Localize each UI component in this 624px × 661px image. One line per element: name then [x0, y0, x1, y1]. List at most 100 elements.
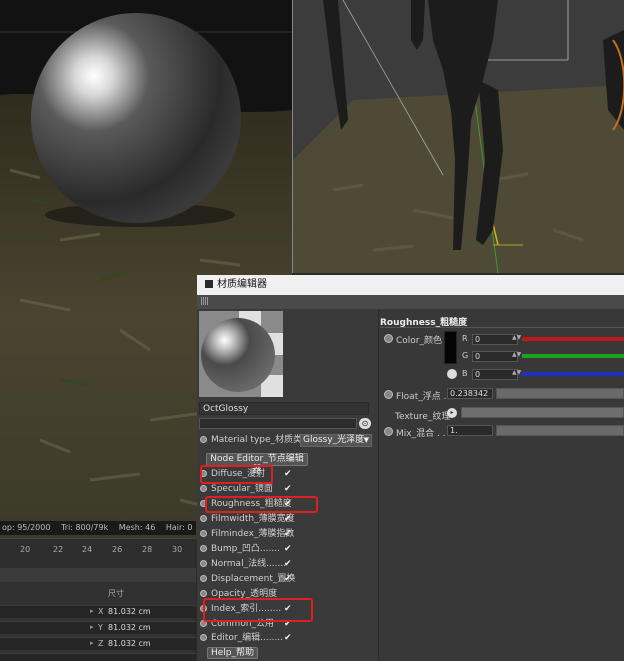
timeline-tick: 28 [142, 545, 153, 554]
spinner-icon[interactable]: ▲▼ [512, 369, 521, 376]
color-r-slider[interactable] [522, 337, 624, 341]
checkbox-specular[interactable]: ✔ [284, 483, 292, 496]
color-r-row: R 0 ▲▼ [462, 334, 624, 345]
coord-row-y[interactable]: ▸ Y 81.032 cm [0, 621, 196, 634]
float-slider[interactable] [496, 388, 624, 399]
checkbox-diffuse[interactable]: ✔ [284, 468, 292, 481]
annotation-box-diffuse [200, 465, 273, 484]
channel-label: Normal_法线 [211, 559, 267, 569]
channel-dots: ........ [260, 633, 284, 643]
channel-g-label: G [462, 351, 469, 360]
filter-input[interactable] [199, 418, 357, 429]
color-label: Color_颜色 [396, 336, 442, 346]
help-button[interactable]: Help_帮助 [207, 647, 258, 659]
texture-menu-icon[interactable]: ▸ [447, 408, 457, 418]
viewport-statusbar: op: 95/2000 Tri: 800/79k Mesh: 46 Hair: … [0, 521, 196, 535]
axis-label: Z [98, 639, 104, 648]
animation-bullet-icon[interactable] [384, 427, 393, 436]
spinner-icon[interactable]: ▲▼ [512, 334, 521, 341]
pick-icon[interactable]: ⊙ [359, 418, 371, 429]
channel-bullet-icon [200, 590, 207, 597]
color-b-slider[interactable] [522, 372, 624, 376]
grip-icon[interactable] [201, 297, 209, 305]
color-b-row: B 0 ▲▼ [462, 369, 624, 380]
channel-bullet-icon [200, 560, 207, 567]
coord-row-x[interactable]: ▸ X 81.032 cm [0, 605, 196, 618]
material-type-row: Material type_材质类型 Glossy_光泽度 ▼ [200, 434, 375, 447]
channel-filmindex[interactable]: Filmindex_薄膜指数 ✔ [200, 528, 300, 541]
timeline-tick: 24 [82, 545, 93, 554]
animation-bullet-icon[interactable] [384, 390, 393, 399]
material-name-field[interactable]: OctGlossy [199, 402, 369, 415]
chevron-down-icon: ▼ [363, 436, 369, 444]
float-label: Float_浮点 . . [396, 392, 453, 402]
checkbox-editor[interactable]: ✔ [284, 632, 292, 645]
texture-slot[interactable] [461, 407, 624, 418]
channel-bump[interactable]: Bump_凹凸....... ✔ [200, 543, 300, 556]
channel-label: Filmindex_薄膜指数 [211, 529, 295, 539]
mix-label: Mix_混合 . . . [396, 429, 452, 439]
status-op: op: 95/2000 [2, 523, 51, 532]
channel-label: Editor_编辑 [211, 633, 261, 643]
channel-bullet-icon [200, 545, 207, 552]
color-picker-icon[interactable] [447, 369, 457, 379]
channel-label: Filmwidth_薄膜宽度 [211, 514, 295, 524]
size-x-field[interactable]: 81.032 cm [108, 607, 151, 616]
channel-bullet-icon [200, 634, 207, 641]
timeline-tick: 20 [20, 545, 31, 554]
animation-bullet-icon[interactable] [200, 436, 207, 443]
channel-specular[interactable]: Specular_镜面 ✔ [200, 483, 300, 496]
material-editor-titlebar[interactable]: 材质编辑器 [197, 275, 624, 295]
size-z-field[interactable]: 81.032 cm [108, 639, 151, 648]
channel-filmwidth[interactable]: Filmwidth_薄膜宽度 ✔ [200, 513, 300, 526]
checkbox-displacement[interactable]: ✔ [284, 573, 292, 586]
spinner-icon[interactable]: ▸ [90, 639, 94, 647]
status-mesh: Mesh: 46 [118, 523, 156, 532]
size-column-label: 尺寸 [108, 589, 124, 598]
animation-bullet-icon[interactable] [384, 334, 393, 343]
coord-row-extra [0, 653, 196, 661]
coordinates-header [0, 568, 196, 582]
material-editor-menubar[interactable] [197, 295, 624, 309]
checkbox-normal[interactable]: ✔ [284, 558, 292, 571]
channel-bullet-icon [200, 515, 207, 522]
mix-slider[interactable] [496, 425, 624, 436]
timeline-tick: 26 [112, 545, 123, 554]
channel-displacement[interactable]: Displacement_置换 ✔ [200, 573, 300, 586]
material-type-value: Glossy_光泽度 [303, 435, 365, 445]
channel-r-label: R [462, 334, 468, 343]
timeline-tick: 30 [172, 545, 183, 554]
preview-sphere [199, 311, 283, 397]
chrome-sphere [31, 13, 241, 223]
spinner-icon[interactable]: ▲▼ [512, 351, 521, 358]
float-value-field[interactable]: 0.238342 [447, 388, 493, 399]
coordinates-panel: 尺寸 ▸ X 81.032 cm ▸ Y 81.032 cm ▸ Z 81.03… [0, 568, 196, 661]
size-y-field[interactable]: 81.032 cm [108, 623, 151, 632]
channel-bullet-icon [200, 575, 207, 582]
axis-label: Y [98, 623, 103, 632]
viewport-3d-right[interactable] [293, 0, 624, 273]
color-swatch[interactable] [444, 331, 457, 364]
coord-row-z[interactable]: ▸ Z 81.032 cm [0, 637, 196, 650]
checkbox-bump[interactable]: ✔ [284, 543, 292, 556]
channel-normal[interactable]: Normal_法线....... ✔ [200, 558, 300, 571]
material-type-dropdown[interactable]: Glossy_光泽度 ▼ [300, 434, 372, 447]
timeline-ruler[interactable]: 20 22 24 26 28 30 [0, 538, 196, 568]
panel-divider [380, 327, 624, 328]
annotation-box-index [203, 598, 313, 622]
channel-editor[interactable]: Editor_编辑........ ✔ [200, 632, 300, 645]
channel-bullet-icon [200, 530, 207, 537]
spinner-icon[interactable]: ▸ [90, 607, 94, 615]
window-title: 材质编辑器 [217, 279, 267, 290]
annotation-box-roughness [205, 496, 318, 513]
channel-dots: ....... [259, 544, 280, 554]
mix-value-field[interactable]: 1. [447, 425, 493, 436]
spinner-icon[interactable]: ▸ [90, 623, 94, 631]
checkbox-filmwidth[interactable]: ✔ [284, 513, 292, 526]
axis-label: X [98, 607, 104, 616]
material-preview[interactable] [199, 311, 283, 397]
checkbox-filmindex[interactable]: ✔ [284, 528, 292, 541]
status-tri: Tri: 800/79k [61, 523, 109, 532]
color-g-slider[interactable] [522, 354, 624, 358]
material-type-label: Material type_材质类型 [211, 435, 312, 445]
